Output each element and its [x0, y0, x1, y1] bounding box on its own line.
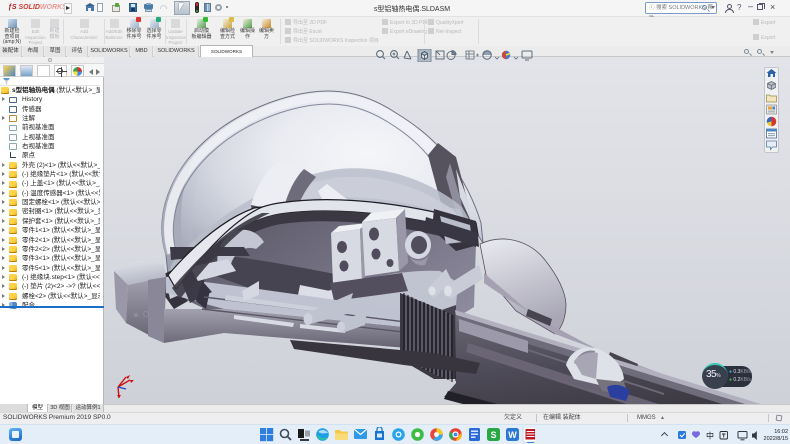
svg-text:S: S [490, 430, 496, 440]
svg-text:中: 中 [706, 431, 714, 441]
svg-text:W: W [508, 430, 517, 440]
